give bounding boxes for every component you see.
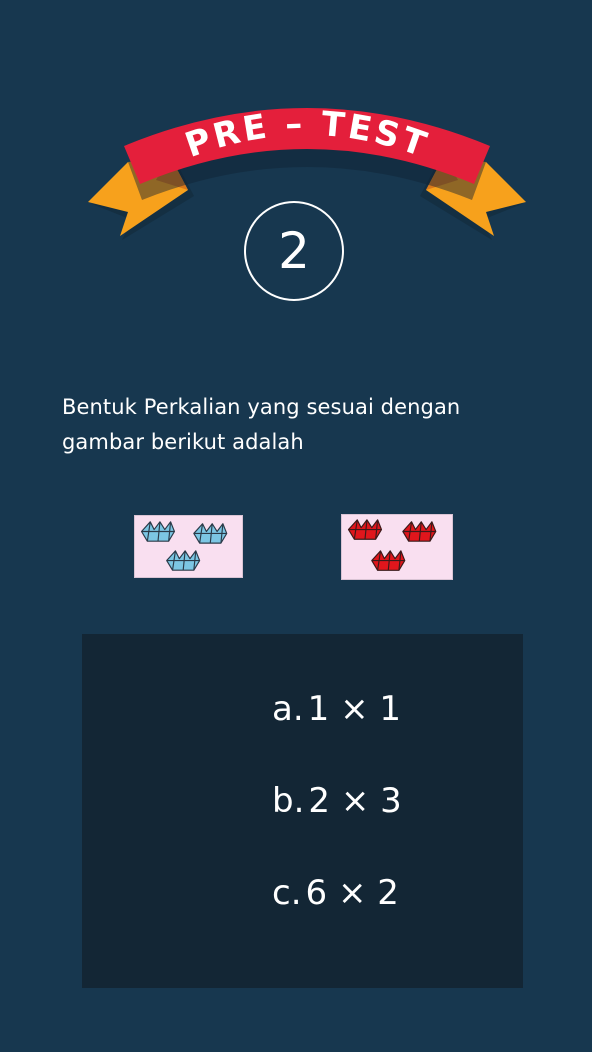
answer-expression: 2 × 3 [308, 781, 402, 821]
answer-expression: 1 × 1 [307, 689, 402, 729]
question-number-badge: 2 [244, 201, 344, 301]
answer-option-b[interactable]: b. 2 × 3 [272, 781, 402, 821]
answer-letter: b. [272, 781, 305, 821]
answer-option-c[interactable]: c. 6 × 2 [272, 873, 399, 913]
boat-group-image-1 [134, 515, 243, 578]
question-number: 2 [278, 222, 310, 280]
answer-letter: c. [272, 873, 302, 913]
question-text: Bentuk Perkalian yang sesuai dengan gamb… [62, 395, 461, 454]
answer-expression: 6 × 2 [305, 873, 399, 913]
paper-boat-icon [140, 521, 228, 571]
answer-option-a[interactable]: a. 1 × 1 [272, 689, 401, 729]
boat-group-image-2 [341, 514, 453, 580]
answer-options-panel: a. 1 × 1 b. 2 × 3 c. 6 × 2 [82, 634, 523, 988]
answer-letter: a. [272, 689, 304, 729]
pretest-screen: PRE – TEST 2 Bentuk Perkalian yang sesua… [0, 0, 592, 1052]
paper-boat-icon [347, 519, 437, 571]
